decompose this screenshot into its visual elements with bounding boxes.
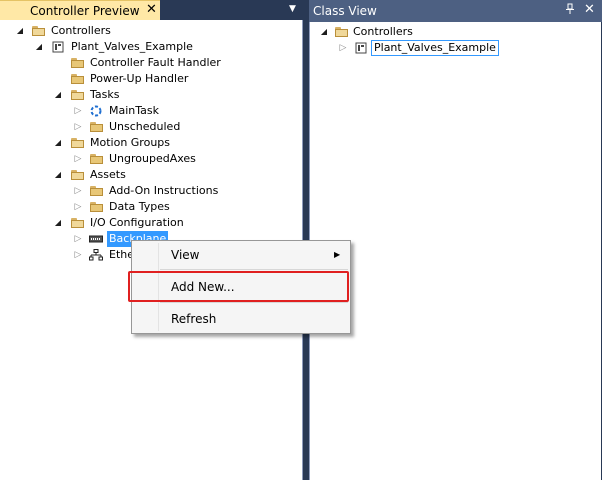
- folder-open-icon: [71, 90, 84, 100]
- tab-controller-preview[interactable]: Controller Preview ✕: [0, 0, 160, 21]
- folder-open-icon: [32, 26, 45, 36]
- menu-separator: [160, 302, 348, 303]
- expand-arrow-icon[interactable]: ▷: [73, 199, 83, 215]
- folder-icon: [71, 58, 84, 68]
- tree-item-label: I/O Configuration: [90, 216, 184, 229]
- tree-item-label: Controller Fault Handler: [90, 56, 221, 69]
- expand-arrow-icon[interactable]: ▷: [73, 183, 83, 199]
- collapse-arrow-icon[interactable]: ◢: [34, 39, 44, 55]
- tab-title: Controller Preview: [30, 4, 140, 18]
- tree-item-label: Plant_Valves_Example: [371, 40, 499, 56]
- tree-item-label: Data Types: [109, 200, 170, 213]
- tree-item-label: Assets: [90, 168, 126, 181]
- folder-open-icon: [71, 170, 84, 180]
- folder-open-icon: [335, 27, 348, 37]
- pane-title: Class View: [313, 4, 377, 18]
- tree-item-label: Tasks: [90, 88, 120, 101]
- collapse-arrow-icon[interactable]: ◢: [53, 87, 63, 103]
- ethernet-network-icon: [89, 249, 103, 261]
- collapse-arrow-icon[interactable]: ◢: [53, 135, 63, 151]
- tree-item-label: Plant_Valves_Example: [71, 40, 193, 53]
- menu-item-view[interactable]: View ▶: [132, 244, 350, 266]
- controller-icon: [355, 42, 369, 54]
- close-icon[interactable]: ✕: [146, 2, 157, 17]
- expand-arrow-icon[interactable]: ▷: [73, 103, 83, 119]
- collapse-arrow-icon[interactable]: ◢: [53, 167, 63, 183]
- tree-item-label: Controllers: [353, 25, 413, 38]
- collapse-arrow-icon[interactable]: ◢: [319, 24, 329, 40]
- expand-arrow-icon[interactable]: ▷: [73, 231, 83, 247]
- close-icon[interactable]: ✕: [584, 2, 595, 17]
- task-cycle-icon: [89, 105, 103, 117]
- expand-arrow-icon[interactable]: ▷: [73, 151, 83, 167]
- left-tab-strip: Controller Preview ✕ ▼: [0, 0, 304, 21]
- expand-arrow-icon[interactable]: ▷: [338, 40, 348, 56]
- backplane-icon: [89, 233, 103, 245]
- tree-item-label: UngroupedAxes: [109, 152, 196, 165]
- menu-item-label: View: [171, 248, 200, 262]
- folder-icon: [90, 122, 103, 132]
- menu-separator: [160, 269, 348, 270]
- chevron-down-icon[interactable]: ▼: [289, 4, 296, 14]
- tree-item-label: Power-Up Handler: [90, 72, 189, 85]
- menu-item-label: Refresh: [171, 312, 217, 326]
- expand-arrow-icon[interactable]: ▷: [73, 247, 83, 263]
- class-view-header: Class View ✕: [309, 0, 602, 22]
- folder-icon: [90, 202, 103, 212]
- tree-item-label: Controllers: [51, 24, 111, 37]
- collapse-arrow-icon[interactable]: ◢: [53, 215, 63, 231]
- class-tree: ◢ Controllers ▷ Plant_Valves_Example: [309, 22, 601, 480]
- class-view-pane: Class View ✕ ◢ Controllers ▷ Plant_Valve…: [309, 0, 602, 480]
- folder-icon: [90, 186, 103, 196]
- submenu-arrow-icon: ▶: [334, 250, 341, 259]
- menu-item-refresh[interactable]: Refresh: [132, 308, 350, 330]
- folder-open-icon: [71, 218, 84, 228]
- folder-icon: [71, 74, 84, 84]
- tree-item-label: Unscheduled: [109, 120, 181, 133]
- folder-icon: [90, 154, 103, 164]
- pin-icon[interactable]: [565, 3, 575, 18]
- collapse-arrow-icon[interactable]: ◢: [15, 23, 25, 39]
- tree-item-label: Motion Groups: [90, 136, 171, 149]
- controller-icon: [52, 41, 66, 53]
- expand-arrow-icon[interactable]: ▷: [73, 119, 83, 135]
- tree-item-label: Add-On Instructions: [109, 184, 219, 197]
- annotation-highlight-box: [128, 271, 349, 302]
- folder-open-icon: [71, 138, 84, 148]
- tree-item-label: MainTask: [109, 104, 159, 117]
